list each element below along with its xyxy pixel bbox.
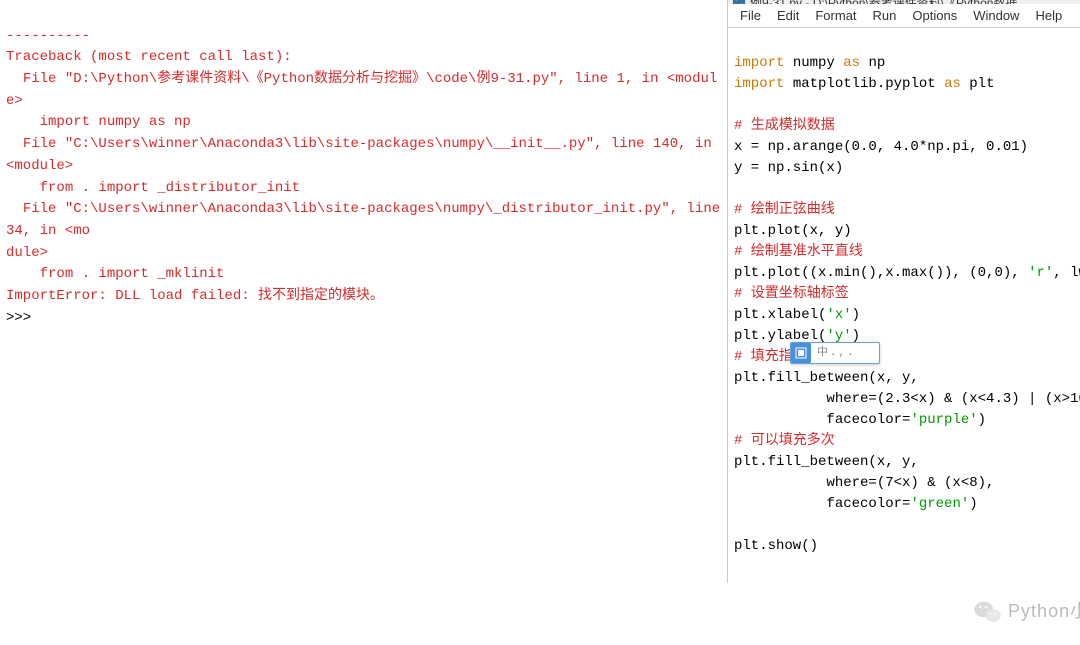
ime-option[interactable]: 中 (815, 345, 830, 362)
code-text: y = np.sin(x) (734, 160, 843, 176)
code-string: 'green' (910, 496, 969, 512)
code-editor[interactable]: import numpy as np import matplotlib.pyp… (728, 28, 1080, 645)
traceback-line: from . import _distributor_init (6, 180, 300, 196)
traceback-line: File "C:\Users\winner\Anaconda3\lib\site… (6, 136, 720, 174)
code-text: ) (969, 496, 977, 512)
code-comment: # 可以填充多次 (734, 433, 835, 449)
wechat-icon (974, 600, 1002, 624)
kw-import: import (734, 76, 784, 92)
code-comment: # 绘制基准水平直线 (734, 244, 863, 260)
code-comment: # 设置坐标轴标签 (734, 286, 849, 302)
traceback-line: File "C:\Users\winner\Anaconda3\lib\site… (6, 201, 728, 239)
code-text: plt.fill_between(x, y, (734, 454, 919, 470)
menu-bar: File Edit Format Run Options Window Help (728, 4, 1080, 28)
code-text: plt.plot(x, y) (734, 223, 852, 239)
menu-options[interactable]: Options (904, 6, 965, 25)
menu-file[interactable]: File (732, 6, 769, 25)
code-string: 'purple' (910, 412, 977, 428)
code-text: where=(2.3<x) & (x<4.3) | (x>10), (734, 391, 1080, 407)
kw-import: import (734, 55, 784, 71)
code-text: plt.plot((x.min(),x.max()), (0,0), (734, 265, 1028, 281)
code-text: plt.show() (734, 538, 818, 554)
console-pane: ---------- Traceback (most recent call l… (0, 0, 728, 583)
code-text: where=(7<x) & (x<8), (734, 475, 994, 491)
code-text: , lw=2) (1053, 265, 1080, 281)
code-text: plt.xlabel( (734, 307, 826, 323)
watermark: Python小屋 (974, 598, 1080, 625)
traceback-header: Traceback (most recent call last): (6, 49, 292, 65)
traceback-error: ImportError: DLL load failed: 找不到指定的模块。 (6, 288, 384, 304)
menu-window[interactable]: Window (965, 6, 1027, 25)
editor-pane: 例9-31.py - D:\Python\参考课件资料\《Python数据 Fi… (728, 0, 1080, 583)
code-text: x = np.arange(0.0, 4.0*np.pi, 0.01) (734, 139, 1028, 155)
kw-as: as (843, 55, 860, 71)
code-text: ) (978, 412, 986, 428)
code-text: numpy (784, 55, 843, 71)
code-text: np (860, 55, 885, 71)
ime-icon[interactable] (791, 343, 811, 363)
ime-option[interactable]: ᎐ (847, 345, 853, 362)
code-text: facecolor= (734, 496, 910, 512)
menu-run[interactable]: Run (865, 6, 905, 25)
watermark-text: Python小屋 (1008, 598, 1080, 625)
traceback-line: File "D:\Python\参考课件资料\《Python数据分析与挖掘》\c… (6, 71, 717, 87)
traceback-dash: ---------- (6, 28, 90, 44)
kw-as: as (944, 76, 961, 92)
traceback-line: from . import _mklinit (6, 266, 224, 282)
code-string: 'x' (826, 307, 851, 323)
traceback-line: e> (6, 93, 23, 109)
prompt[interactable]: >>> (6, 310, 40, 326)
code-text: plt.fill_between(x, y, (734, 370, 919, 386)
code-string: 'r' (1028, 265, 1053, 281)
menu-edit[interactable]: Edit (769, 6, 807, 25)
code-comment: # 绘制正弦曲线 (734, 202, 835, 218)
traceback-line: dule> (6, 245, 48, 261)
traceback-line: import numpy as np (6, 114, 191, 130)
traceback-output[interactable]: ---------- Traceback (most recent call l… (6, 4, 721, 329)
code-text: ) (852, 307, 860, 323)
code-text: matplotlib.pyplot (784, 76, 944, 92)
ime-option[interactable]: , (836, 345, 847, 362)
code-text: plt (961, 76, 995, 92)
ime-toolbar[interactable]: 中 ᎐ , ᎐ (790, 342, 880, 364)
menu-format[interactable]: Format (807, 6, 864, 25)
code-text: facecolor= (734, 412, 910, 428)
menu-help[interactable]: Help (1027, 6, 1070, 25)
code-comment: # 生成模拟数据 (734, 118, 835, 134)
